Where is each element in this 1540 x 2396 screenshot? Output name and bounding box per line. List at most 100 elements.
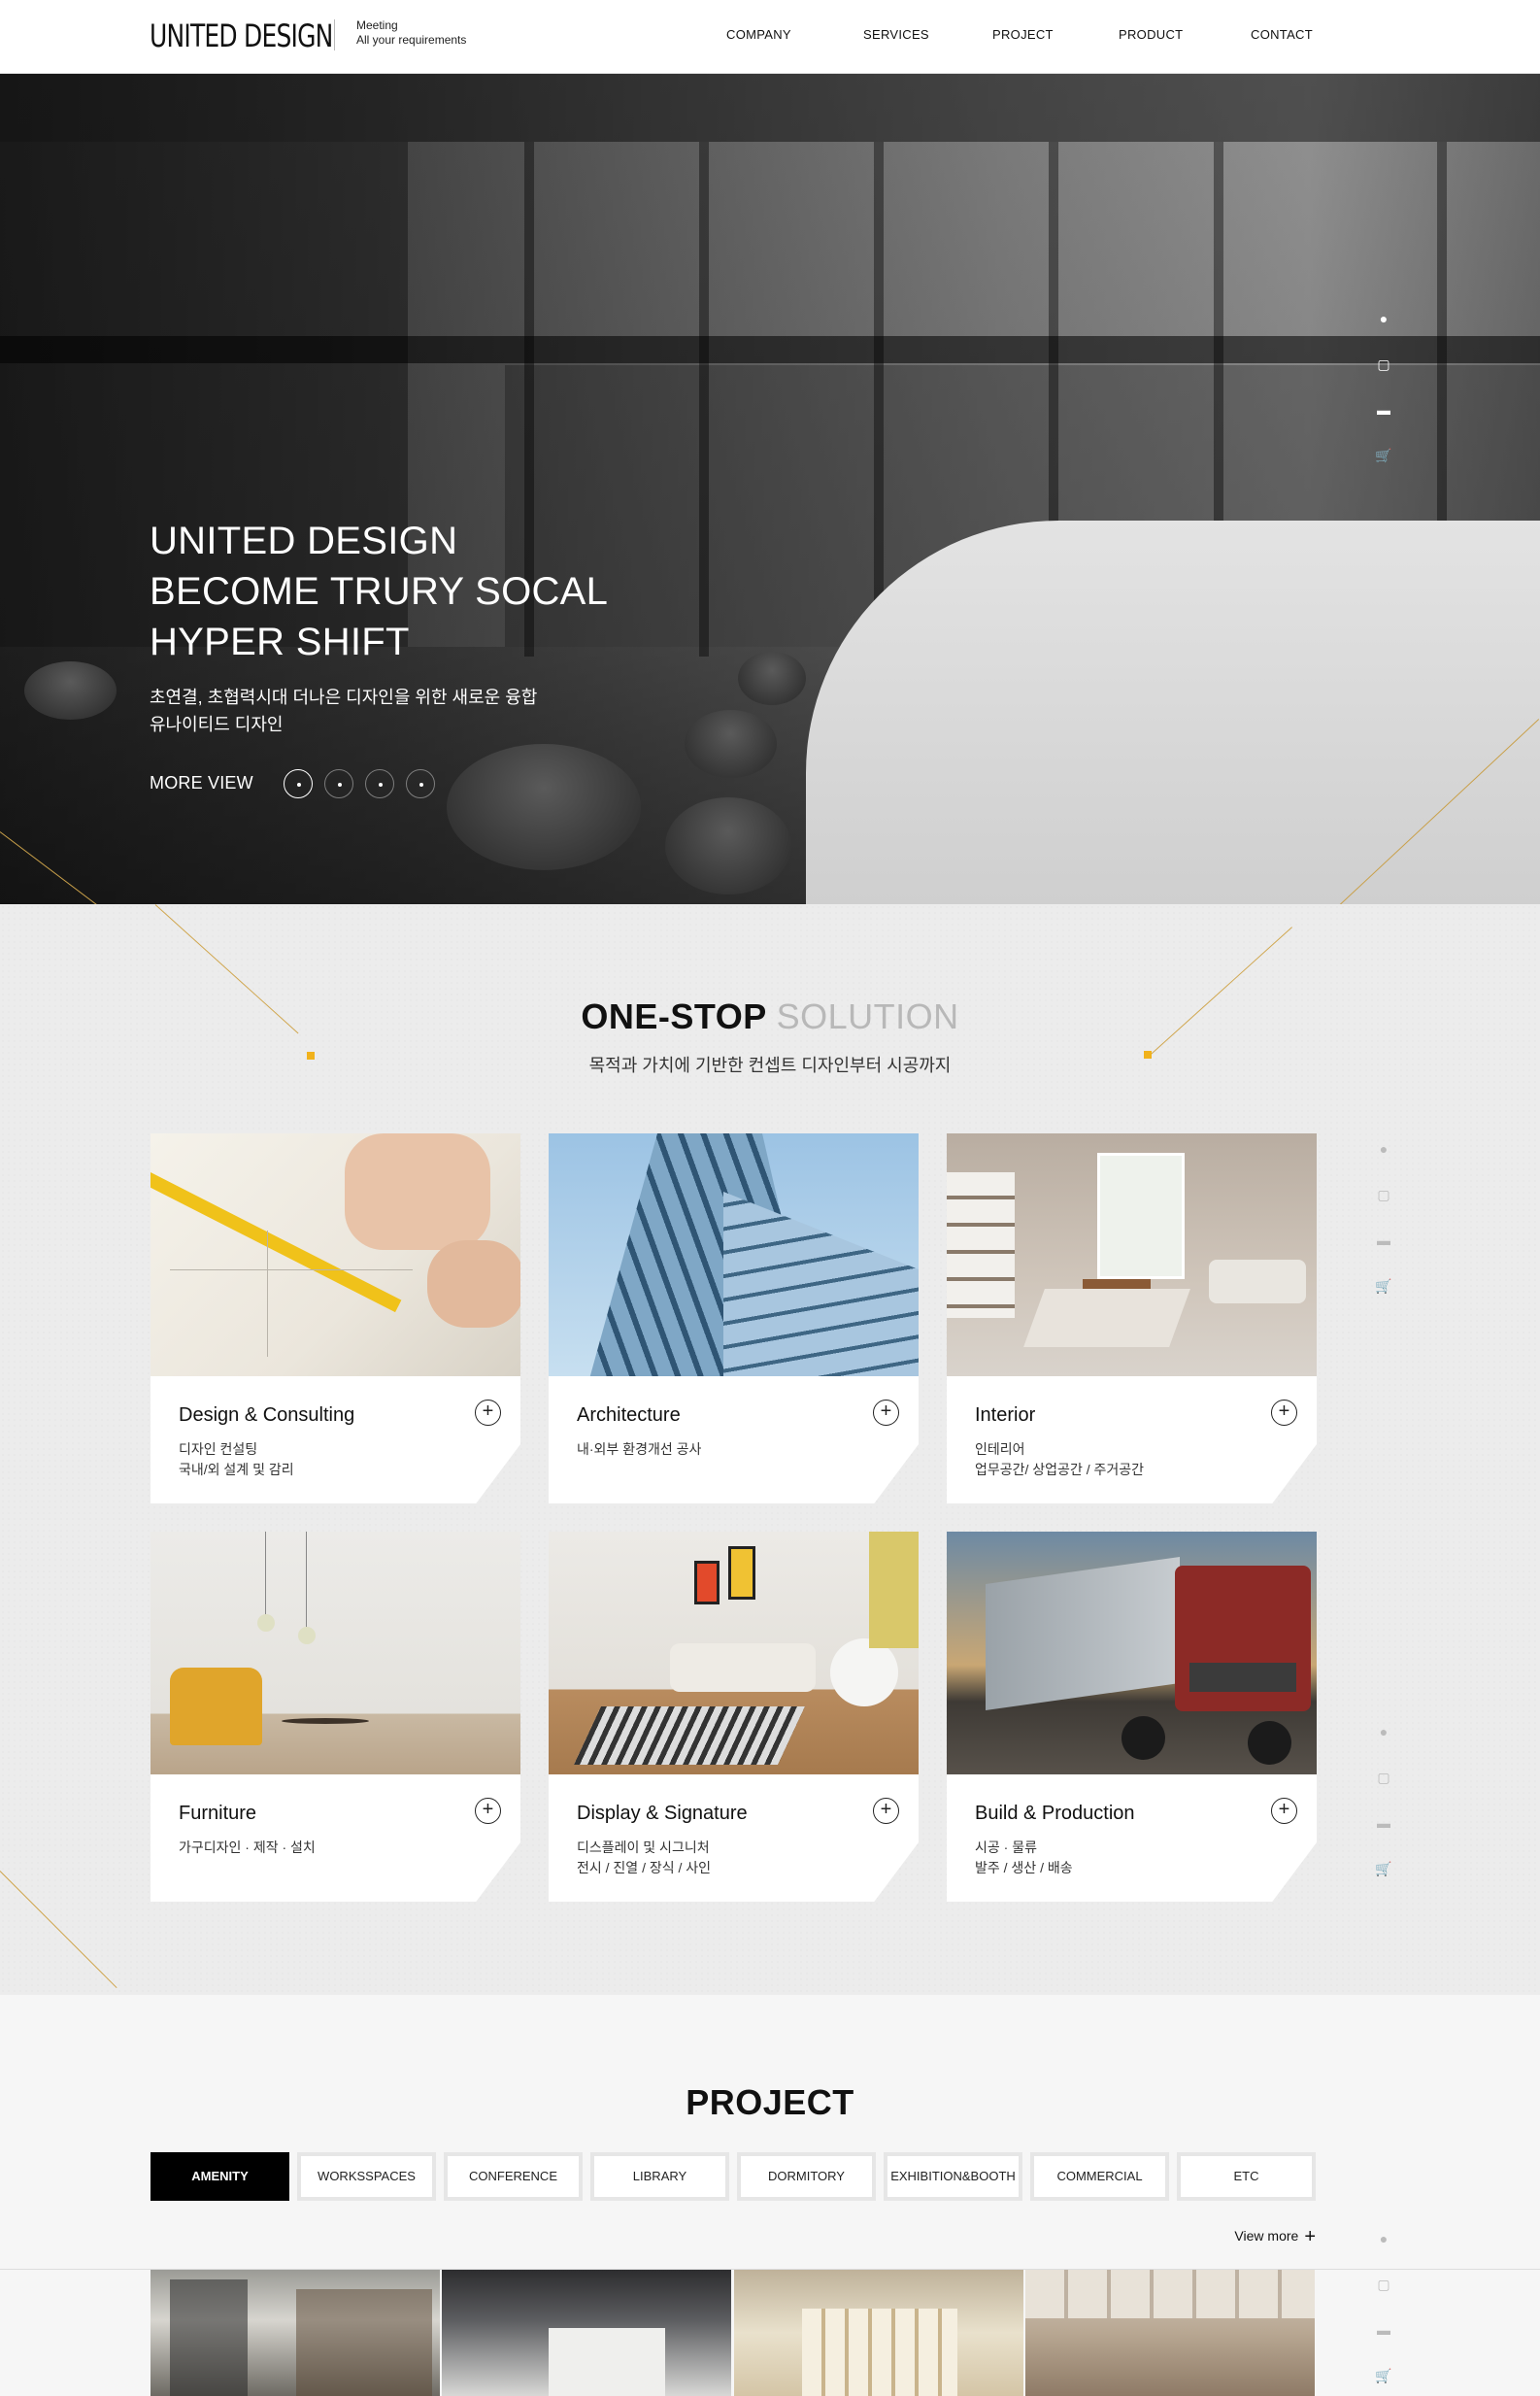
card-title: Architecture (577, 1404, 681, 1426)
nav-product[interactable]: PRODUCT (1119, 27, 1183, 42)
cart-icon[interactable]: 🛒 (1374, 1859, 1393, 1878)
nav-project[interactable]: PROJECT (992, 27, 1054, 42)
tab-conference[interactable]: CONFERENCE (444, 2152, 583, 2201)
hero-column (874, 142, 884, 657)
hero-stool (447, 744, 641, 870)
card-image (151, 1133, 520, 1376)
hero-stool (24, 661, 117, 720)
instagram-icon[interactable]: ▢ (1374, 2275, 1393, 2294)
service-card-display[interactable]: Display & Signature 디스플레이 및 시그니처 전시 / 진열… (549, 1532, 919, 1902)
hero-ceiling (0, 74, 1540, 142)
hero-title: UNITED DESIGN BECOME TRURY SOCAL HYPER S… (150, 516, 608, 667)
site-header: UNITED DESIGN Meeting All your requireme… (0, 0, 1540, 74)
slider-dot-4[interactable] (406, 769, 435, 798)
trailer (986, 1556, 1180, 1711)
instagram-icon[interactable]: ▢ (1374, 1185, 1393, 1204)
logo[interactable]: UNITED DESIGN (150, 17, 333, 54)
hero-curved-wall (806, 521, 1540, 904)
talk-icon[interactable]: ▬ (1374, 400, 1393, 420)
tab-etc[interactable]: ETC (1177, 2152, 1316, 2201)
wall-art (728, 1546, 755, 1600)
solution-title-bold: ONE-STOP (581, 996, 767, 1036)
cart-icon[interactable]: 🛒 (1374, 2366, 1393, 2385)
nav-company[interactable]: COMPANY (726, 27, 791, 42)
thumb-shape (1025, 2270, 1315, 2318)
card-desc: 내·외부 환경개선 공사 (577, 1441, 702, 1457)
nav-contact[interactable]: CONTACT (1251, 27, 1313, 42)
plus-circle-icon[interactable]: + (1271, 1400, 1297, 1426)
solution-title-light: SOLUTION (776, 996, 959, 1036)
slider-dot-3[interactable] (365, 769, 394, 798)
pendant-lamp (257, 1614, 275, 1632)
talk-icon[interactable]: ▬ (1374, 2320, 1393, 2340)
instagram-icon[interactable]: ▢ (1374, 1768, 1393, 1787)
cart-icon[interactable]: 🛒 (1374, 446, 1393, 465)
shelf (869, 1532, 919, 1648)
tagline-line1: Meeting (356, 18, 398, 32)
plus-icon: + (1304, 2226, 1316, 2247)
card-image (947, 1532, 1317, 1774)
deco-line (0, 1871, 117, 1989)
service-card-architecture[interactable]: Architecture 내·외부 환경개선 공사 + (549, 1133, 919, 1503)
blog-icon[interactable]: ● (1374, 1722, 1393, 1741)
tab-library[interactable]: LIBRARY (590, 2152, 729, 2201)
view-more-label: View more (1234, 2228, 1299, 2244)
thumb-shape (802, 2309, 957, 2396)
blog-icon[interactable]: ● (1374, 2229, 1393, 2248)
project-thumbnail[interactable] (734, 2270, 1023, 2396)
thumb-shape (549, 2328, 665, 2396)
tab-worksspaces[interactable]: WORKSSPACES (297, 2152, 436, 2201)
card-title: Display & Signature (577, 1803, 748, 1824)
solution-subtitle: 목적과 가치에 기반한 컨셉트 디자인부터 시공까지 (588, 1056, 952, 1075)
card-title: Build & Production (975, 1803, 1135, 1824)
nav-services[interactable]: SERVICES (863, 27, 929, 42)
sketch-line (267, 1231, 268, 1357)
card-title: Design & Consulting (179, 1404, 355, 1426)
slider-dot-1[interactable] (284, 769, 313, 798)
solution-title: ONE-STOP SOLUTION (0, 996, 1540, 1037)
blog-icon[interactable]: ● (1374, 309, 1393, 328)
card-desc: 인테리어 업무공간/ 상업공간 / 주거공간 (975, 1441, 1145, 1477)
hero-stool (738, 652, 806, 705)
plus-circle-icon[interactable]: + (475, 1798, 501, 1824)
cart-icon[interactable]: 🛒 (1374, 1276, 1393, 1296)
hero-column (699, 142, 709, 657)
service-card-design[interactable]: Design & Consulting 디자인 컨설팅 국내/외 설계 및 감리… (151, 1133, 520, 1503)
service-card-interior[interactable]: Interior 인테리어 업무공간/ 상업공간 / 주거공간 + (947, 1133, 1317, 1503)
project-thumbnail[interactable] (1025, 2270, 1315, 2396)
more-view-link[interactable]: MORE VIEW (150, 773, 253, 793)
tab-exhibition-booth[interactable]: EXHIBITION&BOOTH (884, 2152, 1022, 2201)
project-thumbnail[interactable] (442, 2270, 731, 2396)
tagline: Meeting All your requirements (356, 18, 466, 48)
instagram-icon[interactable]: ▢ (1374, 354, 1393, 374)
thumb-shape (296, 2289, 432, 2396)
card-image (549, 1532, 919, 1774)
talk-icon[interactable]: ▬ (1374, 1231, 1393, 1250)
project-thumbnail[interactable] (151, 2270, 440, 2396)
card-desc: 디스플레이 및 시그니처 전시 / 진열 / 장식 / 사인 (577, 1839, 712, 1875)
tab-commercial[interactable]: COMMERCIAL (1030, 2152, 1169, 2201)
logo-divider (334, 19, 335, 51)
blog-icon[interactable]: ● (1374, 1139, 1393, 1159)
tab-dormitory[interactable]: DORMITORY (737, 2152, 876, 2201)
rug (1023, 1289, 1190, 1347)
hero-title-line3: HYPER SHIFT (150, 621, 410, 663)
slider-dot-2[interactable] (324, 769, 353, 798)
hero-sub-line2: 유나이티드 디자인 (150, 715, 284, 734)
service-card-furniture[interactable]: Furniture 가구디자인 · 제작 · 설치 + (151, 1532, 520, 1902)
wall-art (694, 1561, 720, 1604)
talk-icon[interactable]: ▬ (1374, 1813, 1393, 1833)
tab-amenity[interactable]: AMENITY (151, 2152, 289, 2201)
round-chair (830, 1638, 898, 1706)
plus-circle-icon[interactable]: + (873, 1400, 899, 1426)
deco-line (1147, 927, 1292, 1058)
view-more-link[interactable]: View more + (1234, 2226, 1316, 2248)
tagline-line2: All your requirements (356, 33, 467, 47)
plus-circle-icon[interactable]: + (475, 1400, 501, 1426)
hero-slider: UNITED DESIGN BECOME TRURY SOCAL HYPER S… (0, 74, 1540, 904)
plus-circle-icon[interactable]: + (1271, 1798, 1297, 1824)
armchair (170, 1668, 262, 1745)
service-card-build[interactable]: Build & Production 시공 · 물류 발주 / 생산 / 배송 … (947, 1532, 1317, 1902)
plus-circle-icon[interactable]: + (873, 1798, 899, 1824)
truck-grille (1189, 1663, 1296, 1692)
